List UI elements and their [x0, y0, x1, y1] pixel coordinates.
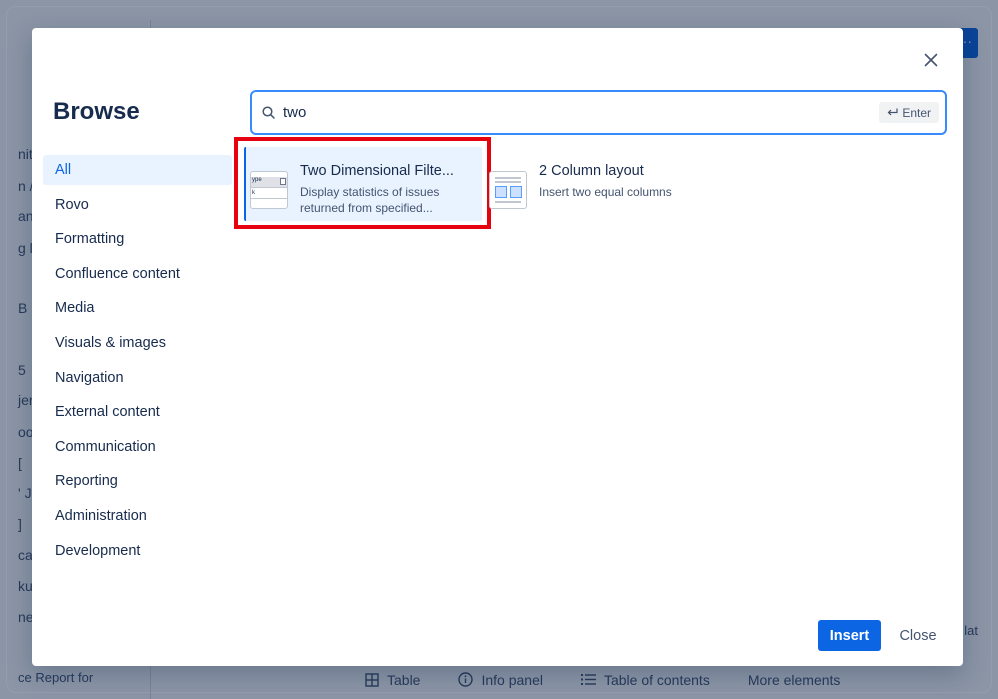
result-two-dimensional-filter[interactable]: ype k Two Dimensional Filte... Display s…	[234, 137, 491, 229]
category-reporting[interactable]: Reporting	[43, 466, 232, 496]
search-icon	[262, 106, 275, 119]
search-input[interactable]	[283, 104, 843, 121]
browse-dialog: Browse All Rovo Formatting Confluence co…	[32, 28, 963, 666]
result-text: 2 Column layout Insert two equal columns	[539, 163, 739, 200]
search-field[interactable]: Enter	[250, 90, 947, 135]
result-text: Two Dimensional Filte... Display statist…	[300, 163, 460, 216]
result-title: 2 Column layout	[539, 163, 644, 179]
category-formatting[interactable]: Formatting	[43, 224, 232, 254]
enter-hint-label: Enter	[902, 105, 931, 120]
close-button[interactable]: Close	[890, 620, 946, 651]
category-communication[interactable]: Communication	[43, 432, 232, 462]
result-title: Two Dimensional Filte...	[300, 163, 454, 179]
category-list: All Rovo Formatting Confluence content M…	[43, 155, 232, 570]
result-2-column-layout[interactable]: 2 Column layout Insert two equal columns	[489, 141, 789, 225]
insert-button[interactable]: Insert	[818, 620, 881, 651]
two-dimensional-filter-thumbnail-icon: ype k	[250, 171, 288, 209]
result-description: Display statistics of issues returned fr…	[300, 185, 440, 215]
return-icon	[887, 108, 898, 116]
result-description: Insert two equal columns	[539, 185, 672, 199]
category-external-content[interactable]: External content	[43, 397, 232, 427]
enter-key-hint: Enter	[879, 102, 939, 123]
category-navigation[interactable]: Navigation	[43, 363, 232, 393]
two-column-layout-icon	[489, 171, 527, 209]
category-development[interactable]: Development	[43, 536, 232, 566]
category-administration[interactable]: Administration	[43, 501, 232, 531]
close-dialog-button[interactable]	[919, 48, 943, 72]
category-confluence-content[interactable]: Confluence content	[43, 259, 232, 289]
category-all[interactable]: All	[43, 155, 232, 185]
dialog-title: Browse	[53, 98, 140, 125]
thumb-text: k	[252, 190, 255, 196]
thumb-text: ype	[252, 177, 262, 183]
close-icon	[924, 53, 938, 67]
category-media[interactable]: Media	[43, 293, 232, 323]
category-rovo[interactable]: Rovo	[43, 190, 232, 220]
search-results: ype k Two Dimensional Filte... Display s…	[234, 137, 948, 231]
category-visuals-images[interactable]: Visuals & images	[43, 328, 232, 358]
